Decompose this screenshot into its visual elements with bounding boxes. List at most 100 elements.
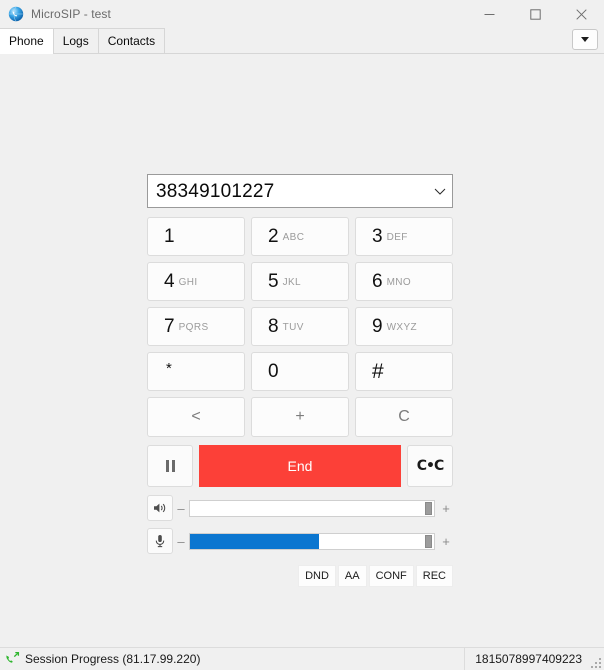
- clear-key[interactable]: C: [355, 397, 453, 437]
- minimize-button[interactable]: [466, 0, 512, 28]
- tab-contacts-label: Contacts: [108, 34, 155, 48]
- rec-button[interactable]: REC: [416, 565, 453, 587]
- key-4-digit: 4: [164, 272, 175, 291]
- dnd-button-label: DND: [305, 570, 329, 582]
- key-hash[interactable]: #: [355, 352, 453, 391]
- key-1-digit: 1: [164, 227, 175, 246]
- end-call-label: End: [288, 458, 313, 474]
- plus-key[interactable]: +: [251, 397, 349, 437]
- speaker-mute-button[interactable]: [147, 495, 173, 521]
- conf-button[interactable]: CONF: [369, 565, 414, 587]
- backspace-key[interactable]: <: [147, 397, 245, 437]
- speaker-volume-row: – +: [147, 496, 453, 520]
- microphone-mute-button[interactable]: [147, 528, 173, 554]
- speaker-increase-button[interactable]: +: [439, 502, 453, 515]
- speaker-volume-thumb: [425, 502, 432, 515]
- resize-grip[interactable]: [590, 648, 604, 670]
- maximize-button[interactable]: [512, 0, 558, 28]
- microphone-icon: [154, 534, 166, 548]
- tab-logs-label: Logs: [63, 34, 89, 48]
- feature-button-row: DND AA CONF REC: [147, 565, 453, 587]
- key-5-letters: JKL: [283, 278, 301, 288]
- transfer-button[interactable]: C•C: [407, 445, 453, 487]
- status-right-panel: 1815078997409223: [464, 648, 590, 670]
- key-8[interactable]: 8 TUV: [251, 307, 349, 346]
- edit-key-row: < + C: [147, 397, 453, 437]
- status-bar: Session Progress (81.17.99.220) 18150789…: [0, 647, 604, 670]
- key-8-digit: 8: [268, 317, 279, 336]
- key-4[interactable]: 4 GHI: [147, 262, 245, 301]
- key-4-letters: GHI: [179, 278, 198, 288]
- key-1[interactable]: 1: [147, 217, 245, 256]
- key-7-letters: PQRS: [179, 323, 209, 333]
- tab-menu-button[interactable]: [572, 29, 598, 50]
- phone-number-combo[interactable]: 38349101227: [147, 174, 453, 208]
- key-8-letters: TUV: [283, 323, 304, 333]
- tab-phone[interactable]: Phone: [0, 28, 54, 54]
- number-history-dropdown-button[interactable]: [430, 187, 450, 196]
- chevron-down-icon: [581, 37, 589, 42]
- dnd-button[interactable]: DND: [298, 565, 336, 587]
- tab-phone-label: Phone: [9, 34, 44, 48]
- key-3-digit: 3: [372, 227, 383, 246]
- microphone-volume-fill: [190, 534, 319, 549]
- microphone-volume-row: – +: [147, 529, 453, 553]
- microphone-volume-slider[interactable]: [189, 533, 435, 550]
- key-2-letters: ABC: [283, 233, 305, 243]
- key-3-letters: DEF: [387, 233, 408, 243]
- clear-key-label: C: [398, 408, 410, 426]
- microphone-volume-thumb: [425, 535, 432, 548]
- call-control-row: End C•C: [147, 445, 453, 487]
- speaker-icon: [153, 502, 167, 514]
- key-6[interactable]: 6 MNO: [355, 262, 453, 301]
- key-star-digit: *: [166, 361, 172, 376]
- phone-panel: 38349101227 1 2 ABC 3: [0, 54, 604, 647]
- status-message: Session Progress (81.17.99.220): [25, 652, 200, 666]
- key-star[interactable]: *: [147, 352, 245, 391]
- key-9-digit: 9: [372, 317, 383, 336]
- key-0[interactable]: 0: [251, 352, 349, 391]
- close-button[interactable]: [558, 0, 604, 28]
- conf-button-label: CONF: [376, 570, 407, 582]
- keypad: 1 2 ABC 3 DEF 4 GHI 5 JKL: [147, 217, 453, 391]
- key-5-digit: 5: [268, 272, 279, 291]
- key-5[interactable]: 5 JKL: [251, 262, 349, 301]
- aa-button[interactable]: AA: [338, 565, 367, 587]
- pause-icon: [166, 460, 175, 472]
- speaker-volume-slider[interactable]: [189, 500, 435, 517]
- key-2-digit: 2: [268, 227, 279, 246]
- key-7-digit: 7: [164, 317, 175, 336]
- microphone-increase-button[interactable]: +: [439, 535, 453, 548]
- tab-strip: Phone Logs Contacts: [0, 28, 604, 54]
- title-bar: MicroSIP - test: [0, 0, 604, 28]
- key-9[interactable]: 9 WXYZ: [355, 307, 453, 346]
- speaker-decrease-button[interactable]: –: [173, 502, 189, 515]
- backspace-key-label: <: [191, 408, 200, 426]
- transfer-icon: C•C: [417, 458, 444, 474]
- end-call-button[interactable]: End: [199, 445, 401, 487]
- key-3[interactable]: 3 DEF: [355, 217, 453, 256]
- key-9-letters: WXYZ: [387, 323, 418, 333]
- rec-button-label: REC: [423, 570, 446, 582]
- app-globe-phone-icon: [8, 6, 24, 22]
- outgoing-call-icon: [4, 651, 20, 667]
- microphone-decrease-button[interactable]: –: [173, 535, 189, 548]
- key-2[interactable]: 2 ABC: [251, 217, 349, 256]
- status-left-panel: Session Progress (81.17.99.220): [0, 651, 464, 667]
- key-hash-digit: #: [372, 361, 384, 382]
- microsip-window: MicroSIP - test Phone Logs Contacts: [0, 0, 604, 670]
- hold-button[interactable]: [147, 445, 193, 487]
- tab-contacts[interactable]: Contacts: [98, 28, 165, 53]
- aa-button-label: AA: [345, 570, 360, 582]
- chevron-down-icon: [434, 187, 446, 196]
- key-6-letters: MNO: [387, 278, 412, 288]
- window-title: MicroSIP - test: [31, 7, 111, 21]
- plus-key-label: +: [295, 408, 304, 426]
- phone-number-input[interactable]: 38349101227: [156, 182, 430, 201]
- key-0-digit: 0: [268, 362, 279, 381]
- window-controls: [466, 0, 604, 28]
- key-6-digit: 6: [372, 272, 383, 291]
- dialer-column: 38349101227 1 2 ABC 3: [147, 174, 453, 587]
- tab-logs[interactable]: Logs: [53, 28, 99, 53]
- key-7[interactable]: 7 PQRS: [147, 307, 245, 346]
